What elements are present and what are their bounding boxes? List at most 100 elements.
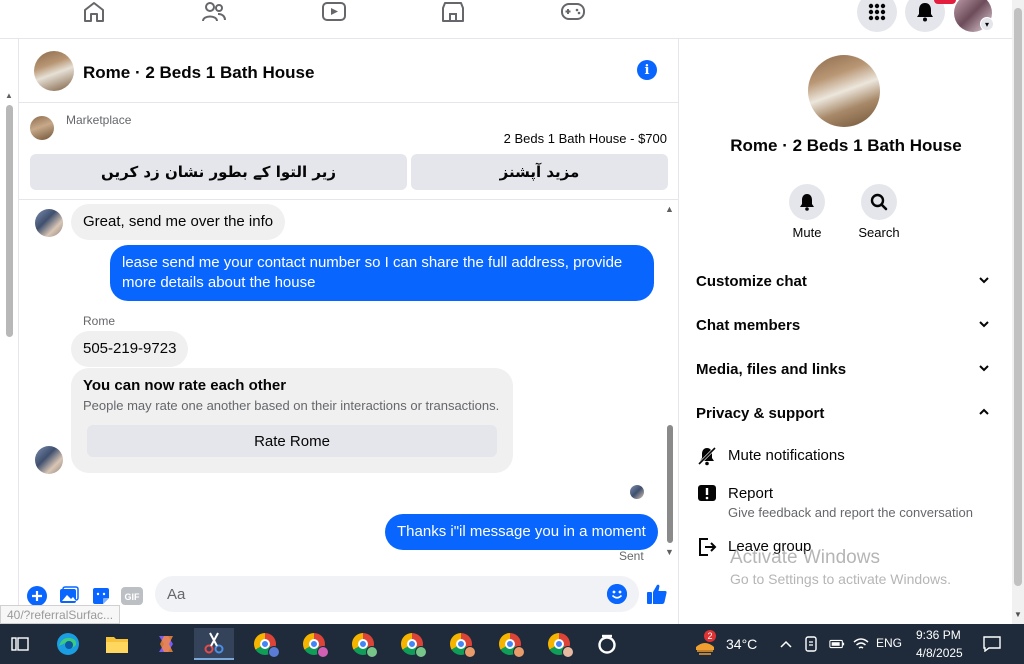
report-item[interactable]: Report Give feedback and report the conv… [696,483,996,523]
copilot-icon[interactable] [146,628,186,660]
customize-chat-label: Customize chat [696,272,807,290]
contact-avatar[interactable] [35,209,63,237]
chevron-down-icon [978,317,990,334]
conversation-avatar[interactable] [34,51,74,91]
wifi-icon[interactable] [853,636,869,652]
conversation-avatar-large[interactable] [808,55,880,127]
notification-center-icon[interactable] [982,634,1002,654]
notification-badge [934,0,956,4]
contact-avatar[interactable] [35,446,63,474]
app-ring-icon[interactable] [587,628,627,660]
listing-thumbnail[interactable] [30,116,54,140]
chrome-profile-4-icon[interactable] [392,628,432,660]
rate-button[interactable]: Rate Rome [87,425,497,457]
incoming-message: Great, send me over the info [71,204,286,240]
clock-time[interactable]: 9:36 PM [916,628,961,642]
message-input[interactable] [155,576,639,612]
rate-prompt-title: You can now rate each other [83,377,287,394]
listing-title-price[interactable]: 2 Beds 1 Bath House - $700 [504,131,667,146]
temperature[interactable]: 34°C [726,636,757,652]
left-panel-scrollbar[interactable]: ▲ [0,39,18,624]
message-scrollbar-thumb[interactable] [667,425,673,543]
like-thumb-icon[interactable] [646,583,668,605]
outgoing-message: lease send me your contact number so I c… [110,245,654,301]
marketplace-icon[interactable] [440,0,466,24]
device-icon[interactable] [803,636,819,652]
seen-indicator-avatar [630,485,644,499]
top-navigation-bar: ▾ [0,0,1012,39]
windows-taskbar: 2 34°C ENG 9:36 PM 4/8/2025 [0,624,1024,664]
customize-chat-row[interactable]: Customize chat [696,267,996,295]
chrome-profile-6-icon[interactable] [490,628,530,660]
page-scrollbar[interactable]: ▼ [1012,0,1024,624]
gif-icon[interactable]: GIF [121,585,143,607]
scroll-up-arrow-icon[interactable]: ▲ [665,204,674,214]
home-icon[interactable] [81,0,107,24]
file-explorer-icon[interactable] [97,628,137,660]
more-options-button[interactable]: مزید آپشنز [411,154,668,190]
left-scrollbar-thumb[interactable] [6,105,13,337]
privacy-support-row[interactable]: Privacy & support [696,399,996,427]
mark-pending-button[interactable]: زیر التوا کے بطور نشان زد کریں [30,154,407,190]
info-icon[interactable]: i [637,60,657,80]
video-icon[interactable] [321,0,347,24]
link-preview-status-bar: 40/?referralSurfac... [0,605,121,624]
chat-header: Rome · 2 Beds 1 Bath House i [19,39,679,103]
report-label: Report [728,485,774,502]
page-scrollbar-thumb[interactable] [1014,8,1022,586]
notifications-bell-icon[interactable] [905,0,945,32]
mute-notifications-label: Mute notifications [728,447,845,464]
report-description: Give feedback and report the conversatio… [728,505,973,520]
photo-icon[interactable] [58,585,80,607]
chevron-down-icon [978,273,990,290]
chrome-profile-1-icon[interactable] [245,628,285,660]
chrome-profile-3-icon[interactable] [343,628,383,660]
weather-badge: 2 [704,630,716,642]
conversation-title[interactable]: Rome · 2 Beds 1 Bath House [83,63,314,83]
scroll-down-arrow-icon[interactable]: ▼ [1014,610,1022,619]
chevron-down-icon[interactable]: ▾ [980,17,994,31]
chrome-profile-2-icon[interactable] [294,628,334,660]
report-alert-icon [696,483,718,505]
menu-grid-icon[interactable] [857,0,897,32]
search-action[interactable]: Search [849,184,909,240]
marketplace-label: Marketplace [66,113,132,127]
weather-icon[interactable]: 2 [690,628,720,660]
chrome-profile-7-icon[interactable] [539,628,579,660]
battery-icon[interactable] [829,636,845,652]
search-icon[interactable] [861,184,897,220]
sticker-icon[interactable] [90,585,112,607]
mute-action[interactable]: Mute [777,184,837,240]
watermark-subtitle: Go to Settings to activate Windows. [730,571,951,587]
bell-icon[interactable] [789,184,825,220]
scroll-down-arrow-icon[interactable]: ▼ [665,547,674,557]
watermark-title: Activate Windows [730,547,880,568]
plus-icon[interactable] [26,585,48,607]
message-status: Sent [619,549,644,563]
chevron-down-icon [978,361,990,378]
gaming-icon[interactable] [560,0,586,24]
chat-members-row[interactable]: Chat members [696,311,996,339]
outgoing-message: Thanks i"il message you in a moment [385,514,658,550]
chevron-up-icon[interactable] [778,636,794,652]
snipping-tool-icon[interactable] [194,628,234,660]
sender-name: Rome [83,314,116,328]
task-view-icon[interactable] [0,628,40,660]
friends-icon[interactable] [201,0,227,24]
rate-prompt-description: People may rate one another based on the… [83,398,500,413]
edge-browser-icon[interactable] [48,628,88,660]
emoji-icon[interactable] [607,584,627,604]
screen: ▾ ▼ ▲ Rome · 2 Beds 1 Bath House i Marke… [0,0,1024,664]
details-title: Rome · 2 Beds 1 Bath House [730,136,962,155]
chrome-profile-5-icon[interactable] [441,628,481,660]
rate-prompt-card: You can now rate each other People may r… [71,368,513,473]
media-files-links-row[interactable]: Media, files and links [696,355,996,383]
leave-icon [696,536,718,558]
scroll-up-arrow-icon[interactable]: ▲ [5,91,13,100]
message-list: Great, send me over the info lease send … [19,201,679,569]
mute-notifications-item[interactable]: Mute notifications [696,445,996,471]
clock-date[interactable]: 4/8/2025 [916,646,963,660]
language-indicator[interactable]: ENG [876,636,902,650]
message-scrollbar[interactable]: ▲ ▼ [663,201,677,569]
svg-text:GIF: GIF [125,592,141,602]
